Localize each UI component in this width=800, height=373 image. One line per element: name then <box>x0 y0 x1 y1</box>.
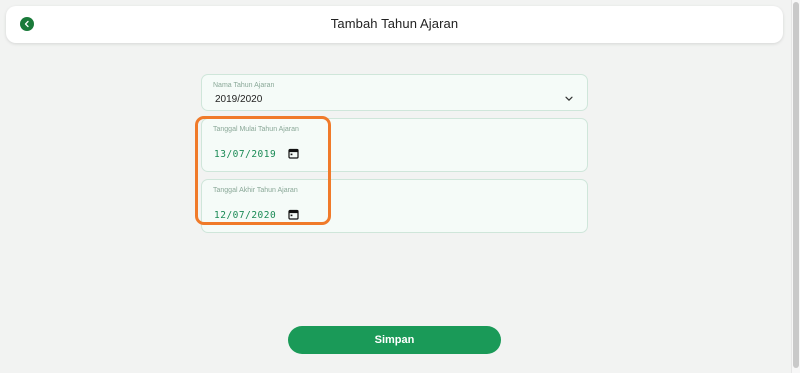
tanggal-mulai-field[interactable]: Tanggal Mulai Tahun Ajaran 13/07/2019 <box>201 118 588 172</box>
tanggal-mulai-label: Tanggal Mulai Tahun Ajaran <box>213 126 299 133</box>
save-button[interactable]: Simpan <box>288 326 501 354</box>
calendar-icon[interactable] <box>288 209 299 220</box>
scrollbar-track[interactable] <box>791 0 800 373</box>
tahun-ajaran-label: Nama Tahun Ajaran <box>213 82 275 89</box>
tanggal-akhir-input[interactable]: 12/07/2020 <box>214 210 276 221</box>
chevron-down-icon <box>565 96 573 101</box>
calendar-icon[interactable] <box>288 148 299 159</box>
tanggal-akhir-field[interactable]: Tanggal Akhir Tahun Ajaran 12/07/2020 <box>201 179 588 233</box>
page-title: Tambah Tahun Ajaran <box>330 16 459 31</box>
header-bar: Tambah Tahun Ajaran <box>6 6 783 43</box>
scrollbar-thumb[interactable] <box>793 2 799 368</box>
tahun-ajaran-select[interactable]: Nama Tahun Ajaran 2019/2020 <box>201 74 588 111</box>
tanggal-akhir-label: Tanggal Akhir Tahun Ajaran <box>213 187 298 194</box>
tahun-ajaran-value: 2019/2020 <box>215 94 263 105</box>
tanggal-mulai-input[interactable]: 13/07/2019 <box>214 149 276 160</box>
